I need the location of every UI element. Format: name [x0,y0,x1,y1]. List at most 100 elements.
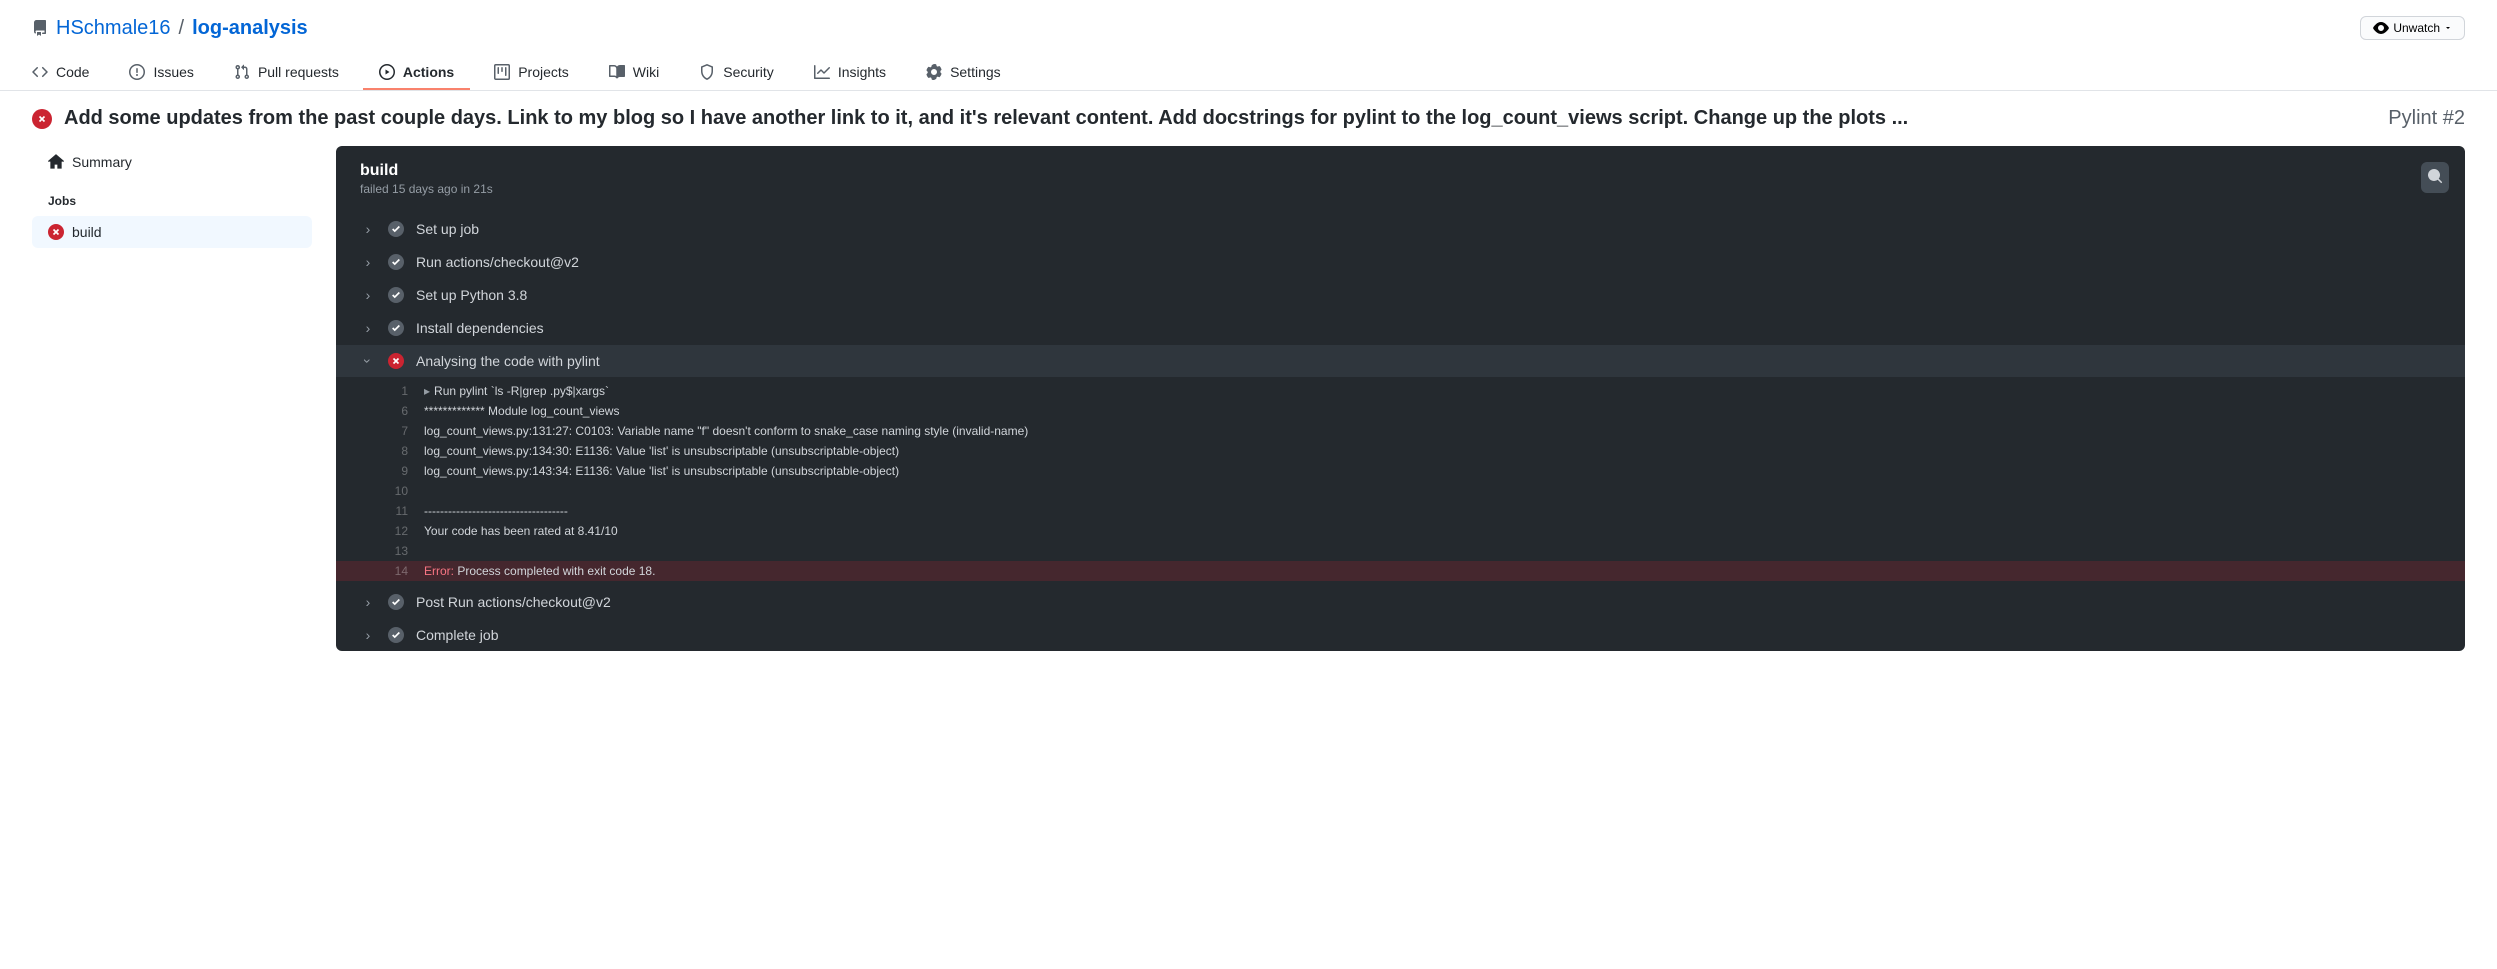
step-checkout[interactable]: › Run actions/checkout@v2 [336,246,2465,278]
log-panel: build failed 15 days ago in 21s › Set up … [336,146,2465,651]
chevron-right-icon: › [360,320,376,336]
tab-projects[interactable]: Projects [478,56,585,90]
fail-icon [388,353,404,369]
line-number: 14 [384,561,424,581]
caret-down-icon [2444,24,2452,32]
check-icon [388,221,404,237]
pr-icon [234,64,250,80]
check-icon [388,254,404,270]
tab-actions[interactable]: Actions [363,56,470,90]
step-label: Post Run actions/checkout@v2 [416,594,611,610]
unwatch-label: Unwatch [2393,21,2440,35]
log-text: ************* Module log_count_views [424,401,619,421]
path-separator: / [179,17,185,40]
eye-icon [2373,20,2389,36]
line-number: 12 [384,521,424,541]
step-label: Set up job [416,221,479,237]
step-deps[interactable]: › Install dependencies [336,312,2465,344]
tab-code[interactable]: Code [16,56,105,90]
line-number: 8 [384,441,424,461]
step-setup[interactable]: › Set up job [336,213,2465,245]
chevron-down-icon: › [360,353,376,369]
book-icon [609,64,625,80]
issue-icon [129,64,145,80]
unwatch-button[interactable]: Unwatch [2360,16,2465,40]
tab-issues[interactable]: Issues [113,56,209,90]
log-text: ------------------------------------ [424,501,568,521]
repo-icon [32,20,48,36]
sidebar-summary-label: Summary [72,154,132,170]
project-icon [494,64,510,80]
line-number: 11 [384,501,424,521]
chevron-right-icon: › [360,287,376,303]
log-text: log_count_views.py:134:30: E1136: Value … [424,441,899,461]
repo-owner-link[interactable]: HSchmale16 [56,17,171,40]
chevron-right-icon: › [360,254,376,270]
step-label: Run actions/checkout@v2 [416,254,579,270]
repo-tabs: Code Issues Pull requests Actions Projec… [0,56,2497,91]
step-python[interactable]: › Set up Python 3.8 [336,279,2465,311]
job-header: build failed 15 days ago in 21s [336,146,2465,212]
step-label: Install dependencies [416,320,544,336]
chevron-right-icon: › [360,627,376,643]
search-logs-button[interactable] [2421,162,2449,193]
line-number: 13 [384,541,424,561]
tab-wiki[interactable]: Wiki [593,56,675,90]
run-header: Add some updates from the past couple da… [0,91,2497,146]
play-icon [379,64,395,80]
tab-settings-label: Settings [950,64,1001,80]
sidebar-jobs-heading: Jobs [32,178,312,216]
home-icon [48,154,64,170]
sidebar-job-build[interactable]: build [32,216,312,248]
step-analyse[interactable]: › Analysing the code with pylint [336,345,2465,377]
tab-security[interactable]: Security [683,56,790,90]
job-meta: failed 15 days ago in 21s [360,182,2441,196]
workflow-name[interactable]: Pylint #2 [2388,107,2465,130]
shield-icon [699,64,715,80]
line-number: 6 [384,401,424,421]
step-label: Set up Python 3.8 [416,287,527,303]
check-icon [388,594,404,610]
fail-icon [48,224,64,240]
log-text: ▸Run pylint `ls -R|grep .py$|xargs` [424,381,609,401]
line-number: 7 [384,421,424,441]
log-text: Your code has been rated at 8.41/10 [424,521,618,541]
tab-security-label: Security [723,64,774,80]
sidebar-job-label: build [72,224,102,240]
tab-insights-label: Insights [838,64,886,80]
check-icon [388,627,404,643]
fail-icon [32,109,52,129]
check-icon [388,287,404,303]
repo-title: HSchmale16 / log-analysis Unwatch [32,16,2465,40]
tab-wiki-label: Wiki [633,64,659,80]
sidebar-summary[interactable]: Summary [32,146,312,178]
log-output[interactable]: 1▸Run pylint `ls -R|grep .py$|xargs` 6**… [336,377,2465,585]
log-text: log_count_views.py:143:34: E1136: Value … [424,461,899,481]
expand-icon[interactable]: ▸ [424,384,430,398]
chevron-right-icon: › [360,221,376,237]
tab-pulls-label: Pull requests [258,64,339,80]
log-text: Error: Process completed with exit code … [424,561,655,581]
tab-actions-label: Actions [403,64,454,80]
tab-settings[interactable]: Settings [910,56,1017,90]
tab-pulls[interactable]: Pull requests [218,56,355,90]
repo-name-link[interactable]: log-analysis [192,17,308,40]
step-label: Complete job [416,627,499,643]
tab-projects-label: Projects [518,64,569,80]
run-title: Add some updates from the past couple da… [64,107,2376,130]
line-number: 9 [384,461,424,481]
job-name: build [360,162,2441,180]
line-number: 10 [384,481,424,501]
tab-insights[interactable]: Insights [798,56,902,90]
tab-code-label: Code [56,64,89,80]
graph-icon [814,64,830,80]
code-icon [32,64,48,80]
search-icon [2427,168,2443,184]
chevron-right-icon: › [360,594,376,610]
step-label: Analysing the code with pylint [416,353,600,369]
sidebar: Summary Jobs build [32,146,312,651]
line-number: 1 [384,381,424,401]
step-post-checkout[interactable]: › Post Run actions/checkout@v2 [336,586,2465,618]
gear-icon [926,64,942,80]
step-complete[interactable]: › Complete job [336,619,2465,651]
